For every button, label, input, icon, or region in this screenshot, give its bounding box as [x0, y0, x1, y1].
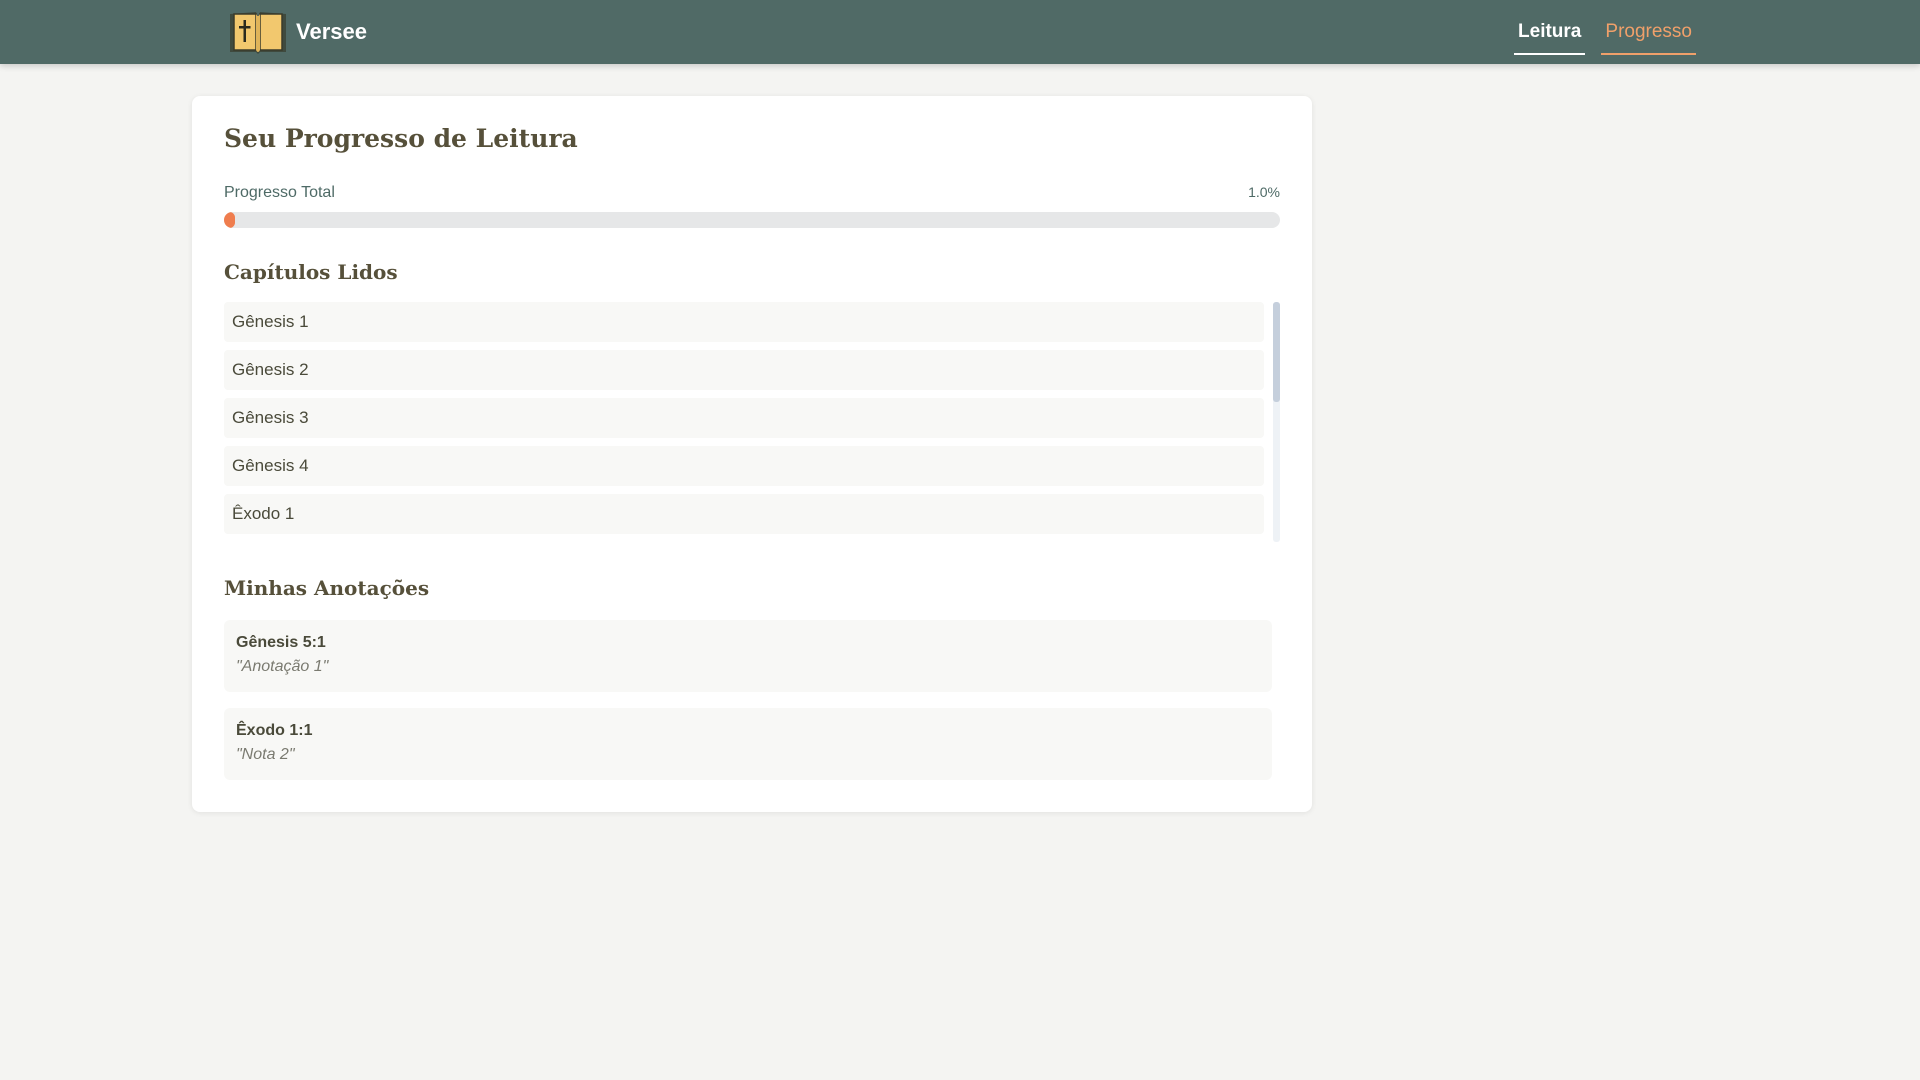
nav-progresso[interactable]: Progresso — [1601, 0, 1696, 64]
progress-bar — [224, 212, 1280, 228]
note-card[interactable]: Gênesis 5:1 "Anotação 1" — [224, 620, 1272, 692]
progress-bar-fill — [224, 212, 235, 228]
list-item[interactable]: Gênesis 1 — [224, 302, 1264, 342]
total-progress-value: 1.0% — [1248, 184, 1280, 200]
list-item[interactable]: Êxodo 1 — [224, 494, 1264, 534]
brand[interactable]: Versee — [226, 8, 367, 56]
bible-book-icon — [230, 12, 286, 54]
top-navbar: Versee Leitura Progresso — [0, 0, 1920, 64]
note-reference: Gênesis 5:1 — [236, 634, 326, 651]
note-text: "Nota 2" — [236, 746, 295, 763]
nav-leitura[interactable]: Leitura — [1514, 0, 1586, 64]
total-progress-label: Progresso Total — [224, 184, 335, 201]
list-item[interactable]: Gênesis 4 — [224, 446, 1264, 486]
note-reference: Êxodo 1:1 — [236, 722, 313, 739]
brand-name: Versee — [296, 19, 367, 44]
note-card[interactable]: Êxodo 1:1 "Nota 2" — [224, 708, 1272, 780]
list-item[interactable]: Gênesis 3 — [224, 398, 1264, 438]
page-title: Seu Progresso de Leitura — [224, 124, 578, 153]
note-text: "Anotação 1" — [236, 658, 329, 675]
chapters-section-title: Capítulos Lidos — [224, 260, 398, 284]
scrollbar-thumb[interactable] — [1273, 302, 1280, 402]
chapters-scrollbar[interactable] — [1273, 302, 1280, 542]
progress-card: Seu Progresso de Leitura Progresso Total… — [192, 96, 1312, 812]
list-item[interactable]: Gênesis 2 — [224, 350, 1264, 390]
main-nav: Leitura Progresso — [1514, 0, 1696, 64]
notes-section-title: Minhas Anotações — [224, 576, 430, 600]
chapters-list[interactable]: Gênesis 1 Gênesis 2 Gênesis 3 Gênesis 4 … — [224, 302, 1280, 542]
